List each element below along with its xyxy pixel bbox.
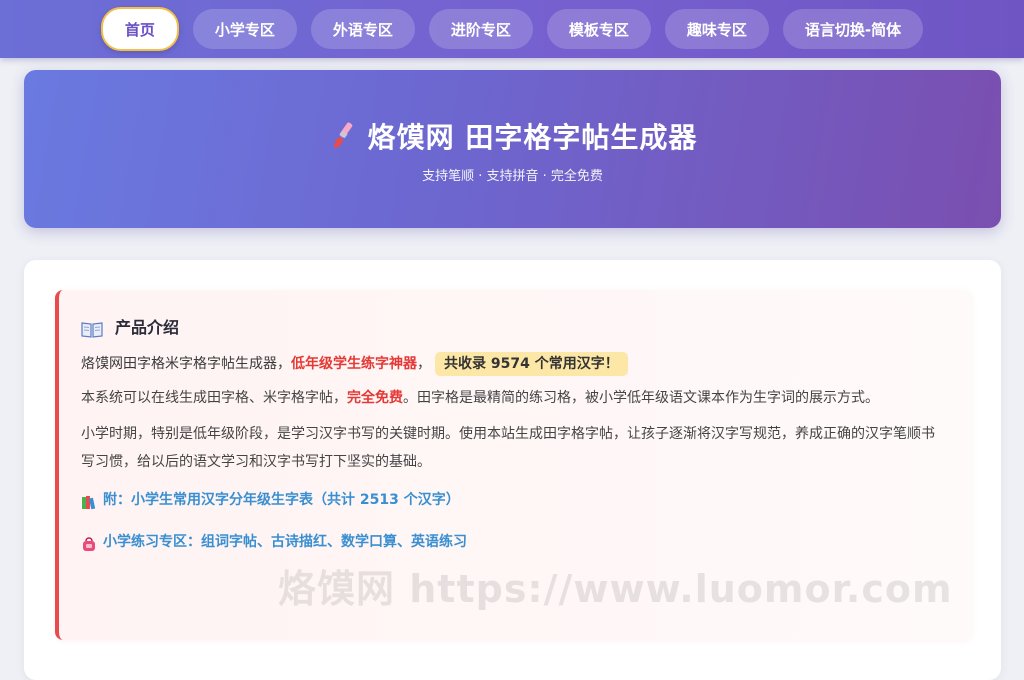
nav-advanced[interactable]: 进阶专区 bbox=[428, 9, 533, 49]
practice-zone-link-text[interactable]: 小学练习专区：组词字帖、古诗描红、数学口算、英语练习 bbox=[103, 528, 467, 556]
highlight-text: 低年级学生练字神器 bbox=[291, 356, 417, 372]
content-card: 产品介绍 烙馍网田字格米字格字帖生成器，低年级学生练字神器， 共收录 9574 个… bbox=[24, 260, 1001, 680]
intro-heading-text: 产品介绍 bbox=[115, 318, 180, 337]
intro-heading: 产品介绍 bbox=[81, 314, 946, 342]
hero-banner: 烙馍网 田字格字帖生成器 支持笔顺 · 支持拼音 · 完全免费 bbox=[24, 70, 1001, 228]
hero-subtitle: 支持笔顺 · 支持拼音 · 完全免费 bbox=[422, 169, 603, 184]
free-highlight: 完全免费 bbox=[347, 390, 403, 406]
nav-foreign-language[interactable]: 外语专区 bbox=[310, 9, 415, 49]
intro-line-1: 烙馍网田字格米字格字帖生成器，低年级学生练字神器， 共收录 9574 个常用汉字！ bbox=[81, 350, 946, 378]
nav-primary-school[interactable]: 小学专区 bbox=[192, 9, 297, 49]
books-icon bbox=[81, 492, 97, 510]
char-table-link-text[interactable]: 附：小学生常用汉字分年级生字表（共计 2513 个汉字） bbox=[103, 486, 460, 514]
product-intro-panel: 产品介绍 烙馍网田字格米字格字帖生成器，低年级学生练字神器， 共收录 9574 个… bbox=[55, 290, 972, 640]
intro-paragraph-2: 本系统可以在线生成田字格、米字格字帖，完全免费。田字格是最精简的练习格，被小学低… bbox=[81, 384, 946, 412]
practice-zone-link[interactable]: 小学练习专区：组词字帖、古诗描红、数学口算、英语练习 bbox=[81, 528, 946, 556]
intro-paragraph-3: 小学时期，特别是低年级阶段，是学习汉字书写的关键时期。使用本站生成田字格字帖，让… bbox=[81, 426, 935, 470]
paintbrush-icon bbox=[328, 120, 358, 152]
char-table-link[interactable]: 附：小学生常用汉字分年级生字表（共计 2513 个汉字） bbox=[81, 486, 946, 514]
para2-suffix: 。田字格是最精简的练习格，被小学低年级语文课本作为生字词的展示方式。 bbox=[403, 390, 879, 406]
nav-home[interactable]: 首页 bbox=[100, 7, 179, 51]
open-book-icon bbox=[81, 319, 103, 338]
nav-language-switch[interactable]: 语言切换-简体 bbox=[782, 9, 924, 49]
top-navigation: 首页 小学专区 外语专区 进阶专区 模板专区 趣味专区 语言切换-简体 bbox=[0, 0, 1024, 58]
nav-fun[interactable]: 趣味专区 bbox=[664, 9, 769, 49]
page-title: 烙馍网 田字格字帖生成器 bbox=[24, 116, 1001, 156]
nav-templates[interactable]: 模板专区 bbox=[546, 9, 651, 49]
intro-line1-text: 烙馍网田字格米字格字帖生成器， bbox=[81, 356, 291, 372]
school-bag-icon bbox=[81, 534, 97, 551]
char-count-badge: 共收录 9574 个常用汉字！ bbox=[435, 352, 628, 376]
para2-prefix: 本系统可以在线生成田字格、米字格字帖， bbox=[81, 390, 347, 406]
hero-title-text: 烙馍网 田字格字帖生成器 bbox=[367, 121, 698, 154]
intro-line1-sep: ， bbox=[417, 356, 431, 372]
